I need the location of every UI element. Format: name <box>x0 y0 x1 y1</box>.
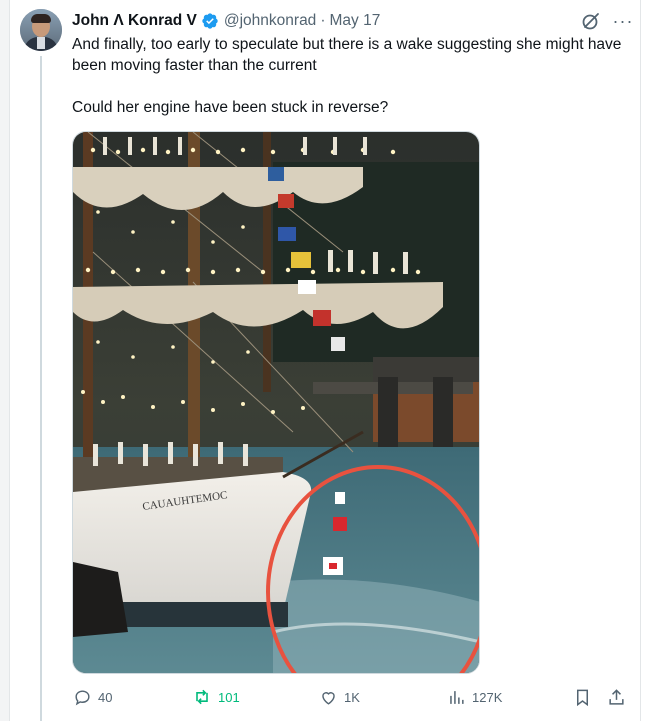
views-icon <box>446 687 466 707</box>
grok-icon[interactable] <box>580 10 602 32</box>
tweet-paragraph: And finally, too early to speculate but … <box>72 36 622 74</box>
share-icon <box>606 687 626 707</box>
thread-connector-line <box>40 56 42 721</box>
reply-icon <box>72 687 92 707</box>
author-name[interactable]: John Λ Konrad V <box>72 12 197 30</box>
tweet-header: John Λ Konrad V @johnkonrad · May 17 ··· <box>72 10 634 32</box>
author-handle[interactable]: @johnkonrad <box>224 12 316 30</box>
more-icon[interactable]: ··· <box>612 10 634 32</box>
tweet-actions: 40 101 1K 127K <box>72 686 632 710</box>
header-separator: · <box>320 12 326 29</box>
tweet-date[interactable]: May 17 <box>329 12 380 30</box>
avatar[interactable] <box>20 9 62 51</box>
bookmark-button[interactable] <box>572 686 598 708</box>
share-button[interactable] <box>606 686 632 708</box>
tweet-media-photo[interactable]: CAUAUHTEMOC <box>72 131 480 674</box>
right-panel-edge <box>640 0 650 721</box>
like-button[interactable]: 1K <box>318 686 360 708</box>
left-panel-edge <box>0 0 10 721</box>
tweet-text: And finally, too early to speculate but … <box>72 34 632 139</box>
reply-count: 40 <box>98 689 113 705</box>
tweet-paragraph: Could her engine have been stuck in reve… <box>72 99 389 116</box>
like-icon <box>318 687 338 707</box>
repost-icon <box>192 687 212 707</box>
verified-badge-icon[interactable] <box>201 12 219 30</box>
repost-count: 101 <box>218 689 240 705</box>
like-count: 1K <box>344 689 360 705</box>
reply-button[interactable]: 40 <box>72 686 112 708</box>
bookmark-icon <box>572 687 592 707</box>
repost-button[interactable]: 101 <box>192 686 240 708</box>
views-button[interactable]: 127K <box>446 686 502 708</box>
views-count: 127K <box>472 689 503 705</box>
